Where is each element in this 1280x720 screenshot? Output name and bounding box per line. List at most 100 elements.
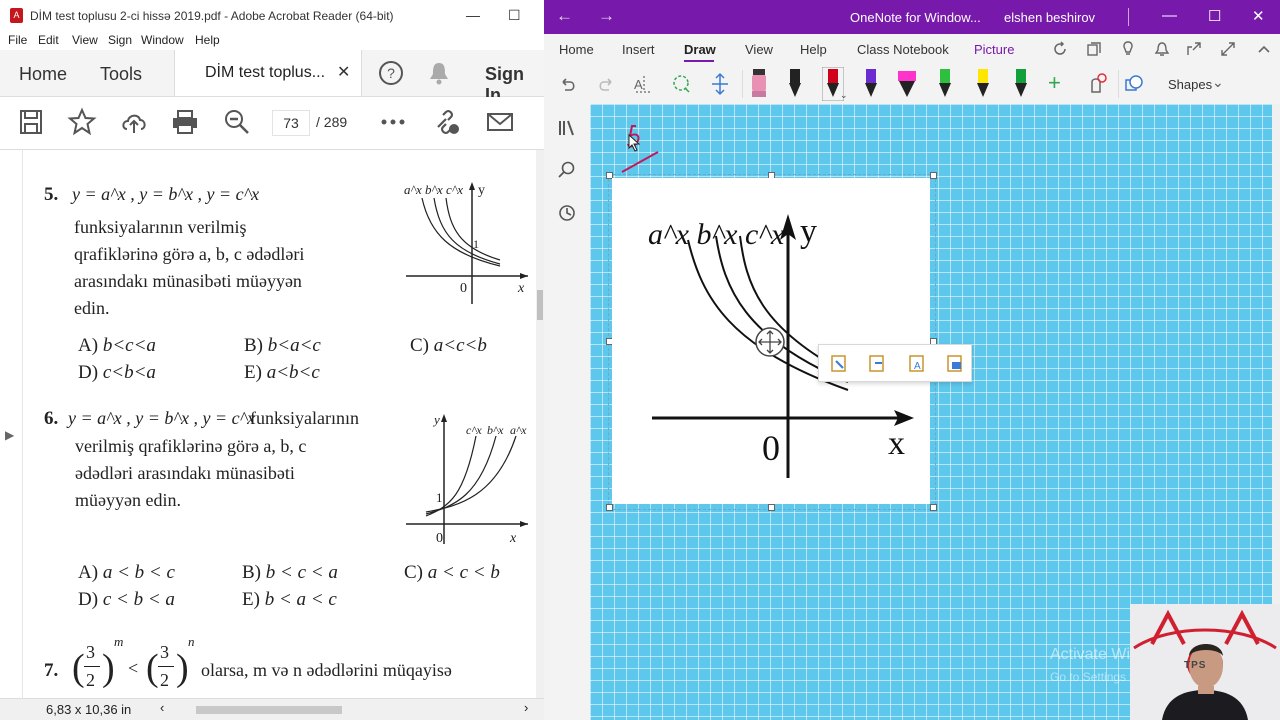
tab-picture[interactable]: Picture: [974, 42, 1014, 57]
ink-to-shape-icon[interactable]: [1086, 72, 1108, 96]
tab-home[interactable]: Home: [19, 64, 67, 85]
back-icon[interactable]: ←: [556, 6, 573, 26]
dark-green-pen-icon[interactable]: [1010, 67, 1032, 101]
more-tools-icon[interactable]: [378, 107, 408, 137]
tab-class-notebook[interactable]: Class Notebook: [857, 42, 949, 57]
pasted-graph-x-label: x: [888, 425, 905, 462]
resize-handle[interactable]: [768, 504, 775, 511]
tab-view[interactable]: View: [745, 42, 773, 57]
add-space-icon[interactable]: [708, 72, 732, 96]
tab-draw[interactable]: Draw: [684, 42, 716, 57]
notebooks-icon[interactable]: [557, 118, 577, 138]
undo-icon[interactable]: [558, 74, 578, 94]
shapes-dropdown-chevron-icon[interactable]: ⌄: [1212, 74, 1224, 91]
lightbulb-icon[interactable]: [1120, 41, 1136, 57]
share-link-icon[interactable]: [432, 107, 462, 137]
magenta-highlighter-icon[interactable]: [896, 67, 918, 101]
tab-home[interactable]: Home: [559, 42, 594, 57]
pasted-graph-y-label: y: [800, 213, 817, 250]
q6-option-a: A) a < b < c: [78, 562, 175, 583]
menu-sign[interactable]: Sign: [108, 33, 132, 47]
expand-panel-icon[interactable]: ▶: [5, 428, 14, 442]
pdf-page[interactable]: 5. y = a^x , y = b^x , y = c^x funksiyal…: [0, 150, 544, 698]
menu-help[interactable]: Help: [195, 33, 220, 47]
tab-insert[interactable]: Insert: [622, 42, 655, 57]
fullscreen-icon[interactable]: [1220, 41, 1236, 57]
minimize-icon[interactable]: —: [1162, 7, 1177, 24]
resize-handle[interactable]: [930, 172, 937, 179]
help-icon[interactable]: ?: [378, 60, 404, 86]
move-handle-icon[interactable]: [754, 326, 786, 358]
vertical-scrollbar[interactable]: [536, 150, 544, 698]
acrobat-toolbar: 73 / 289: [0, 97, 544, 150]
paste-as-picture-icon[interactable]: [945, 353, 965, 373]
q6-line1: funksiyalarının: [250, 408, 359, 428]
share-icon[interactable]: [1186, 41, 1202, 57]
maximize-icon[interactable]: ☐: [1208, 7, 1221, 25]
paste-keep-formatting-icon[interactable]: [829, 353, 849, 373]
q7-den-left: 2: [86, 670, 95, 690]
purple-pen-icon[interactable]: [860, 67, 882, 101]
menu-window[interactable]: Window: [141, 33, 184, 47]
lasso-text-select-icon[interactable]: A: [632, 72, 656, 96]
q7-exp-left: m: [114, 634, 124, 649]
yellow-highlighter-icon[interactable]: [972, 67, 994, 101]
tab-document[interactable]: DİM test toplus... ✕: [174, 50, 362, 96]
menu-file[interactable]: File: [8, 33, 27, 47]
lasso-select-icon[interactable]: [670, 72, 694, 96]
svg-text:A: A: [634, 77, 643, 92]
bell-icon[interactable]: [428, 60, 450, 86]
notification-bell-icon[interactable]: [1154, 41, 1170, 57]
search-icon[interactable]: [557, 160, 577, 180]
svg-text:A: A: [914, 361, 921, 372]
scroll-thumb[interactable]: [537, 290, 543, 320]
eraser-pen-icon[interactable]: [748, 67, 770, 101]
q6-graph-b-label: b^x: [487, 423, 504, 437]
ink-number-five: [621, 125, 659, 173]
q5-number: 5.: [44, 184, 59, 205]
recent-notes-clock-icon[interactable]: [557, 203, 577, 223]
scroll-right-icon[interactable]: ›: [524, 700, 528, 715]
collapse-ribbon-icon[interactable]: [1256, 41, 1272, 57]
minimize-icon[interactable]: —: [466, 7, 480, 23]
star-icon[interactable]: [67, 107, 97, 137]
black-pen-icon[interactable]: [784, 67, 806, 101]
user-name[interactable]: elshen beshirov: [1004, 10, 1095, 25]
scroll-left-icon[interactable]: ‹: [160, 700, 164, 715]
maximize-icon[interactable]: ☐: [508, 7, 521, 24]
resize-handle[interactable]: [606, 504, 613, 511]
q6-graph-zero-label: 0: [436, 531, 443, 546]
paste-merge-formatting-icon[interactable]: [867, 353, 887, 373]
resize-handle[interactable]: [930, 504, 937, 511]
shapes-icon[interactable]: [1124, 74, 1144, 94]
tab-help[interactable]: Help: [800, 42, 827, 57]
q7-num-left: 3: [86, 642, 95, 662]
page-number-input[interactable]: 73: [272, 110, 310, 136]
pen-options-chevron-icon[interactable]: ⌄: [840, 90, 848, 101]
add-pen-icon[interactable]: +: [1048, 70, 1061, 96]
q7-text: olarsa, m və n ədədlərini müqayisə: [201, 660, 452, 680]
sync-icon[interactable]: [1052, 41, 1068, 57]
shapes-button[interactable]: Shapes: [1168, 77, 1212, 92]
menu-view[interactable]: View: [72, 33, 98, 47]
forward-icon[interactable]: →: [598, 6, 615, 26]
webcam-sign-text: TPS: [1184, 660, 1207, 671]
upload-cloud-icon[interactable]: [119, 107, 149, 137]
tab-tools[interactable]: Tools: [100, 64, 142, 85]
save-icon[interactable]: [16, 107, 46, 137]
email-icon[interactable]: [485, 107, 515, 137]
onenote-nav-rail: [544, 104, 590, 720]
zoom-out-icon[interactable]: [222, 107, 252, 137]
menu-edit[interactable]: Edit: [38, 33, 59, 47]
print-icon[interactable]: [170, 107, 200, 137]
close-icon[interactable]: ✕: [1252, 7, 1265, 25]
paste-text-only-icon[interactable]: A: [907, 353, 927, 373]
pasted-graph-zero-label: 0: [762, 428, 780, 468]
status-bar: 6,83 x 10,36 in ‹ ›: [0, 698, 544, 720]
close-icon[interactable]: ✕: [337, 62, 350, 82]
q6-formula: y = a^x , y = b^x , y = c^x: [68, 408, 256, 428]
page-copy-icon[interactable]: [1086, 41, 1102, 57]
horizontal-scrollbar[interactable]: [196, 706, 342, 714]
q5-option-a: A) b<c<a: [78, 335, 156, 356]
green-pen-icon[interactable]: [934, 67, 956, 101]
